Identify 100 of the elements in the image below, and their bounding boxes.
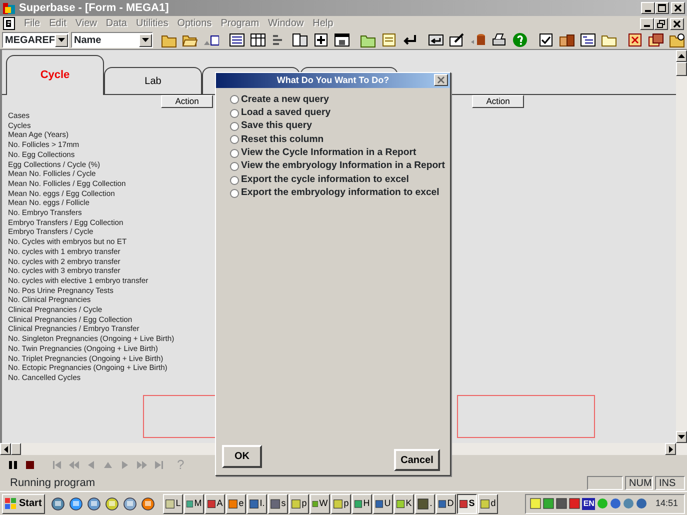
taskbar-button[interactable]: p: [288, 494, 309, 514]
action-button[interactable]: Action: [472, 95, 524, 108]
taskbar-button[interactable]: D: [436, 494, 456, 514]
radio-option[interactable]: Export the embryology information to excel: [216, 186, 450, 200]
table-icon[interactable]: [250, 32, 266, 48]
close-icon: [674, 4, 682, 12]
app-icon: [186, 498, 194, 510]
stack-icon[interactable]: [648, 32, 664, 48]
language-indicator[interactable]: EN: [582, 498, 596, 510]
scroll-down-button[interactable]: [676, 431, 687, 443]
insert-icon[interactable]: [428, 32, 444, 48]
restore-icon: [657, 20, 665, 28]
app-icon: [458, 498, 468, 510]
close-icon: [673, 20, 681, 28]
up-arrow-icon: [678, 54, 685, 58]
query-folder-icon[interactable]: [669, 32, 685, 48]
taskbar-button[interactable]: S: [456, 494, 477, 514]
restore-button[interactable]: [654, 18, 668, 30]
status-panel: [587, 476, 623, 490]
close-button[interactable]: [671, 2, 685, 14]
database-icon[interactable]: [470, 32, 486, 48]
app-icon: [374, 498, 384, 510]
app-icon: [396, 498, 405, 510]
notepad-icon[interactable]: [381, 32, 397, 48]
window-title: Superbase - [Form - MEGA1]: [19, 0, 169, 16]
app-icon: [270, 498, 280, 510]
action-button[interactable]: Action: [161, 95, 213, 108]
close-button[interactable]: [670, 18, 684, 30]
radio-option[interactable]: Save this query: [216, 120, 450, 134]
scroll-thumb[interactable]: [11, 443, 21, 455]
taskbar-button[interactable]: I.: [246, 494, 267, 514]
minimize-icon: [645, 10, 651, 12]
edit-icon[interactable]: [449, 32, 465, 48]
minimize-icon: [644, 25, 650, 27]
dialog-title: What Do You Want To Do?: [276, 74, 390, 87]
tray-icon[interactable]: [556, 498, 568, 509]
form-icon[interactable]: [292, 32, 308, 48]
stop-icon[interactable]: [25, 460, 35, 470]
caret-icon: [58, 38, 65, 42]
radio-option[interactable]: Export the cycle information to excel: [216, 173, 450, 187]
app-icon: [354, 498, 362, 510]
printer-icon[interactable]: [491, 32, 507, 48]
tab[interactable]: Cycle: [6, 55, 104, 95]
tab[interactable]: Lab: [104, 67, 202, 94]
minimize-button[interactable]: [641, 2, 655, 14]
taskbar-button[interactable]: A: [204, 494, 225, 514]
app-icon: [2, 2, 16, 14]
radio-option[interactable]: Create a new query: [216, 93, 450, 106]
checkbox-icon[interactable]: [538, 32, 554, 48]
close-button[interactable]: [434, 74, 448, 86]
close-icon: [437, 76, 445, 84]
scroll-thumb[interactable]: [676, 62, 687, 76]
tray-icon[interactable]: [610, 498, 622, 509]
status-panel: INS: [655, 476, 685, 490]
dropdown[interactable]: Name: [71, 32, 153, 48]
tree-icon[interactable]: [580, 32, 596, 48]
taskbar-button[interactable]: s: [268, 494, 288, 514]
app-icon: [164, 498, 175, 510]
app-icon: [480, 498, 490, 510]
tray-icon[interactable]: [543, 498, 554, 509]
radio-option[interactable]: Load a saved query: [216, 106, 450, 120]
ok-button[interactable]: OK: [222, 445, 262, 468]
tray-icon[interactable]: [569, 498, 580, 509]
document-icon: [3, 17, 15, 30]
cancel-button[interactable]: Cancel: [394, 449, 440, 471]
tray-icon[interactable]: [636, 498, 648, 509]
down-arrow-icon: [678, 435, 685, 439]
caret-icon: [142, 38, 149, 42]
taskbar-button[interactable]: M: [184, 494, 204, 514]
help-icon[interactable]: [512, 32, 528, 48]
start-button[interactable]: Start: [2, 494, 45, 514]
list-icon[interactable]: [229, 32, 245, 48]
taskbar-button[interactable]: e: [226, 494, 246, 514]
right-arrow-icon: [668, 446, 672, 452]
taskbar-button[interactable]: W: [310, 494, 330, 514]
clock: 14:51: [655, 496, 678, 510]
radio-option[interactable]: View the embryology Information in a Report: [216, 160, 450, 174]
pause-icon[interactable]: [8, 460, 18, 470]
taskbar-button[interactable]: d: [478, 494, 498, 514]
scroll-up-button[interactable]: [676, 50, 687, 62]
maximize-button[interactable]: [655, 2, 669, 14]
maximize-icon: [658, 4, 666, 12]
taskbar-button[interactable]: H: [352, 494, 372, 514]
taskbar-button[interactable]: U: [372, 494, 393, 514]
scroll-left-button[interactable]: [0, 443, 11, 455]
close-doc-icon[interactable]: [627, 32, 643, 48]
plus-icon[interactable]: [313, 32, 329, 48]
minimize-button[interactable]: [640, 18, 654, 30]
status-panel: NUM: [625, 476, 653, 490]
taskbar-button[interactable]: L: [162, 494, 183, 514]
tray-icon[interactable]: [530, 498, 542, 509]
radio-option[interactable]: View the Cycle Information in a Report: [216, 146, 450, 160]
databases-icon[interactable]: [559, 32, 575, 48]
radio-option[interactable]: Reset this column: [216, 133, 450, 147]
dropdown[interactable]: MEGAREF: [2, 32, 69, 48]
taskbar-button[interactable]: .: [414, 494, 435, 514]
taskbar-button[interactable]: p: [330, 494, 351, 514]
app-icon: [248, 498, 259, 510]
taskbar-button[interactable]: K: [394, 494, 414, 514]
scroll-right-button[interactable]: [665, 443, 676, 455]
